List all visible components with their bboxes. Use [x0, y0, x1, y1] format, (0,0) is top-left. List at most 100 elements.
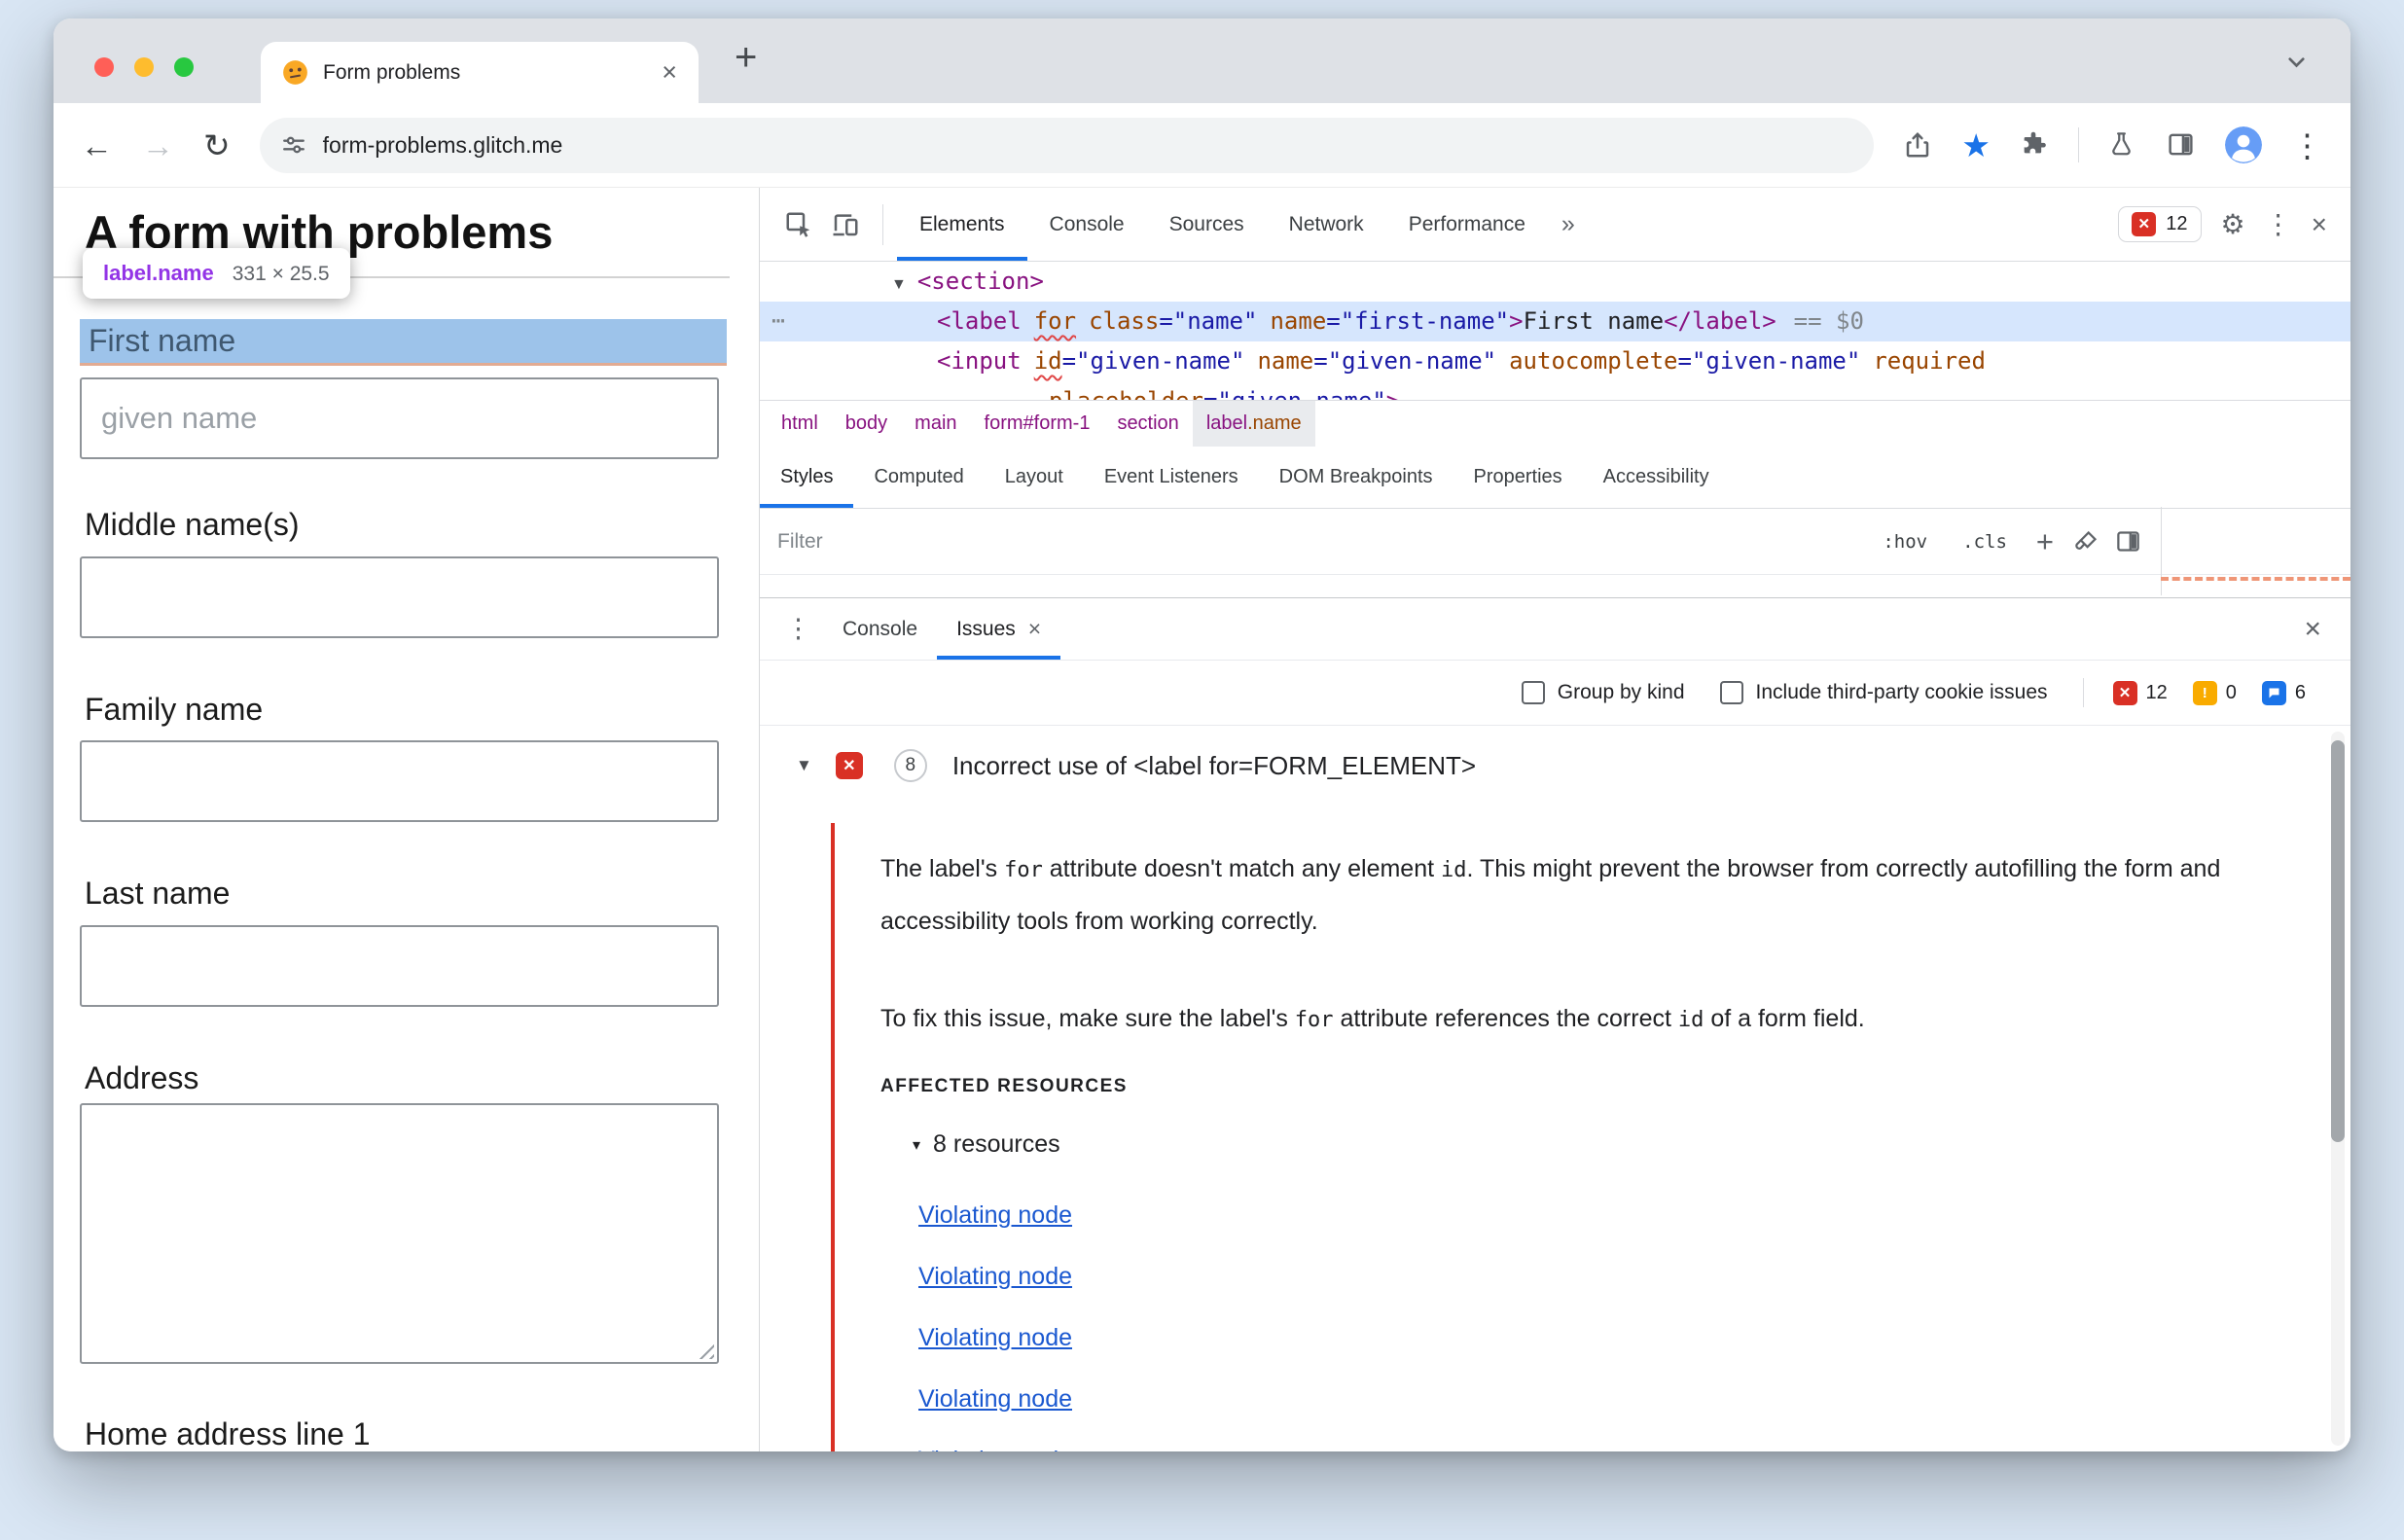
brush-icon[interactable] [2073, 528, 2099, 555]
drawer-tab-console[interactable]: Console [823, 598, 937, 660]
inspect-element-icon[interactable] [784, 210, 813, 239]
tab-event-listeners[interactable]: Event Listeners [1084, 447, 1259, 508]
scrollbar-thumb[interactable] [2331, 740, 2345, 1142]
window-minimize-button[interactable] [134, 57, 154, 77]
expander-icon[interactable]: ▼ [891, 276, 907, 293]
drawer-tab-issues[interactable]: Issues × [937, 598, 1060, 660]
violating-node-link[interactable]: Violating node [918, 1385, 1072, 1414]
window-close-button[interactable] [94, 57, 114, 77]
drawer-close-icon[interactable]: × [2304, 614, 2337, 644]
code-line-input[interactable]: <input id="given-name" name="given-name" au… [760, 341, 2350, 381]
group-by-kind-checkbox[interactable] [1521, 681, 1545, 704]
issues-tab-close-icon[interactable]: × [1028, 618, 1041, 640]
third-party-checkbox[interactable] [1719, 681, 1743, 704]
inspected-label-first-name[interactable]: First name [80, 319, 727, 366]
devtools-close-icon[interactable]: × [2312, 210, 2327, 238]
new-style-rule-icon[interactable]: + [2036, 526, 2054, 556]
console-ref: == $0 [1793, 307, 1864, 335]
navigation-bar: ← → ↻ form-problems.glitch.me ★ ⋮ [54, 103, 2350, 188]
tab-styles[interactable]: Styles [760, 447, 853, 508]
family-name-input[interactable] [80, 740, 719, 822]
issue-count-badge: 8 [893, 749, 927, 782]
warnings-count[interactable]: ! 0 [2192, 680, 2237, 705]
last-name-input[interactable] [80, 925, 719, 1007]
toggle-hover-button[interactable]: :hov [1873, 527, 1937, 556]
error-count: 12 [2166, 213, 2188, 234]
group-by-kind-option[interactable]: Group by kind [1521, 681, 1685, 704]
breadcrumb-label-selected[interactable]: label .name [1192, 401, 1315, 447]
first-name-input[interactable] [80, 377, 719, 459]
affected-resources-heading: AFFECTED RESOURCES [880, 1076, 1128, 1096]
styles-filter-input[interactable]: Filter [777, 530, 1857, 554]
settings-gear-icon[interactable]: ⚙ [2221, 210, 2245, 238]
address-textarea[interactable] [80, 1103, 719, 1364]
tab-network[interactable]: Network [1267, 188, 1386, 261]
resources-expander-icon[interactable]: ▾ [913, 1135, 920, 1155]
breadcrumb-html[interactable]: html [768, 401, 832, 447]
tab-properties[interactable]: Properties [1453, 447, 1583, 508]
site-info-icon[interactable] [281, 132, 306, 158]
computed-panel-icon[interactable] [2115, 528, 2141, 555]
styles-pane-divider [2161, 507, 2162, 595]
middle-name-input[interactable] [80, 556, 719, 638]
back-button[interactable]: ← [81, 129, 113, 161]
issue-description: The label's for attribute doesn't match … [880, 855, 2221, 935]
labs-flask-icon[interactable] [2108, 130, 2137, 160]
tab-search-chevron-icon[interactable] [2283, 49, 2310, 75]
violating-node-link[interactable]: Violating node [918, 1263, 1072, 1291]
toolbar-divider [2078, 127, 2079, 162]
error-count-badge[interactable]: ✕ 12 [2118, 206, 2202, 242]
devtools-menu-kebab-icon[interactable]: ⋮ [2265, 210, 2292, 238]
tab-close-icon[interactable]: × [662, 59, 677, 86]
tab-dom-breakpoints[interactable]: DOM Breakpoints [1259, 447, 1453, 508]
messages-count[interactable]: 6 [2261, 680, 2306, 705]
resize-handle-icon[interactable] [694, 1339, 714, 1359]
errors-count[interactable]: ✕ 12 [2112, 680, 2168, 705]
third-party-option[interactable]: Include third-party cookie issues [1719, 681, 2048, 704]
breadcrumb-form[interactable]: form#form-1 [971, 401, 1104, 447]
devtools-drawer: ⋮ Console Issues × × Group by kind Includ… [760, 597, 2350, 1451]
violating-node-link[interactable]: Violating node [918, 1324, 1072, 1352]
issues-options-row: Group by kind Include third-party cookie… [760, 661, 2350, 726]
share-icon[interactable] [1903, 130, 1932, 160]
address-bar[interactable]: form-problems.glitch.me [259, 117, 1875, 173]
tooltip-selector: label.name [103, 261, 214, 285]
toggle-class-button[interactable]: .cls [1953, 527, 2017, 556]
styles-pane-spacer [760, 575, 2350, 597]
options-divider [2082, 678, 2084, 707]
code-line-placeholder[interactable]: placeholder="given name"> [760, 381, 2350, 400]
tab-performance[interactable]: Performance [1386, 188, 1548, 261]
violating-node-link[interactable]: Violating node [918, 1201, 1072, 1230]
violating-node-link[interactable]: Violating node [918, 1447, 1072, 1451]
breadcrumb-section[interactable]: section [1103, 401, 1192, 447]
breadcrumb-body[interactable]: body [832, 401, 901, 447]
code-line-label-selected[interactable]: ⋯ <label for class="name" name="first-name">… [760, 302, 2350, 341]
devtools-toolbar: Elements Console Sources Network Perform… [760, 188, 2350, 262]
tab-console[interactable]: Console [1027, 188, 1147, 261]
tab-elements[interactable]: Elements [897, 188, 1027, 261]
browser-menu-kebab-icon[interactable]: ⋮ [2291, 129, 2323, 161]
tab-computed[interactable]: Computed [853, 447, 984, 508]
issue-expander-icon[interactable]: ▼ [796, 756, 812, 775]
reload-button[interactable]: ↻ [203, 129, 231, 161]
browser-tab[interactable]: Form problems × [261, 42, 699, 103]
more-tabs-icon[interactable]: » [1548, 210, 1589, 238]
toolbar-divider [882, 203, 883, 245]
tab-sources[interactable]: Sources [1147, 188, 1267, 261]
issue-header[interactable]: ▼ ✕ 8 Incorrect use of <label for=FORM_E… [796, 749, 1476, 782]
node-options-icon[interactable]: ⋯ [771, 302, 785, 341]
window-zoom-button[interactable] [174, 57, 194, 77]
profile-avatar[interactable] [2225, 126, 2262, 163]
forward-button[interactable]: → [142, 129, 174, 161]
resources-expander[interactable]: ▾ 8 resources [913, 1130, 1060, 1159]
code-line-section[interactable]: ▼ <section> [760, 262, 2350, 302]
side-panel-icon[interactable] [2167, 130, 2196, 160]
breadcrumb-main[interactable]: main [901, 401, 970, 447]
device-toolbar-icon[interactable] [831, 210, 860, 239]
new-tab-button[interactable]: + [735, 38, 757, 77]
drawer-menu-kebab-icon[interactable]: ⋮ [773, 616, 823, 642]
extensions-puzzle-icon[interactable] [2020, 130, 2049, 160]
tab-layout[interactable]: Layout [985, 447, 1084, 508]
tab-accessibility[interactable]: Accessibility [1583, 447, 1730, 508]
bookmark-star-icon[interactable]: ★ [1961, 129, 1991, 161]
